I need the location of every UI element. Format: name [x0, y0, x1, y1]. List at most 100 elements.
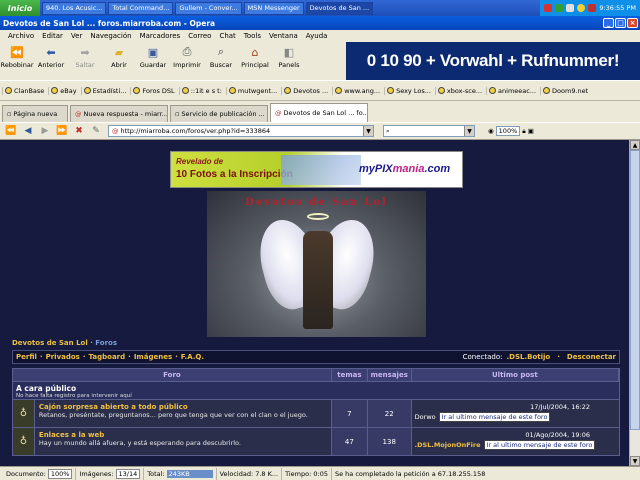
- bookmark-item[interactable]: xbox-sce...: [434, 86, 484, 95]
- bookmark-item[interactable]: Foros DSL: [130, 86, 176, 95]
- panels-icon: ◧: [283, 45, 295, 59]
- last-post-user[interactable]: Dorwo: [415, 413, 436, 421]
- bookmark-item[interactable]: Sexy Los...: [384, 86, 433, 95]
- tab-servicio[interactable]: ▫ Servicio de publicación ...: [170, 105, 268, 122]
- menu-ventana[interactable]: Ventana: [265, 32, 302, 40]
- logout-link[interactable]: Desconectar: [567, 353, 616, 361]
- banner-photo: [281, 155, 361, 185]
- bookmark-item[interactable]: ::1it e s t:: [178, 86, 224, 95]
- forum-nav: Perfil · Privados · Tagboard · Imágenes · F.…: [12, 350, 620, 364]
- col-foro: Foro: [13, 369, 332, 381]
- bookmark-item[interactable]: ClanBase: [2, 86, 46, 95]
- tab-devotos[interactable]: @ Devotos de San Lol ... fo...: [270, 103, 368, 122]
- taskbar-item[interactable]: Total Command...: [108, 1, 174, 15]
- tray-app-icon[interactable]: [566, 4, 575, 12]
- panels-button[interactable]: ◧ Panels: [272, 45, 306, 70]
- menu-navegacion[interactable]: Navegación: [86, 32, 135, 40]
- address-text: http://miarroba.com/foros/ver.php?id=333…: [120, 127, 271, 135]
- bookmark-item[interactable]: Doom9.net: [540, 86, 590, 95]
- menu-editar[interactable]: Editar: [38, 32, 67, 40]
- menu-marcadores[interactable]: Marcadores: [136, 32, 185, 40]
- vertical-scrollbar[interactable]: ▲ ▼: [629, 140, 640, 466]
- header-image-title: Devotos de San Lol: [245, 197, 388, 208]
- last-post-link[interactable]: Ir al ultimo mensaje de este foro: [483, 440, 596, 450]
- forum-title[interactable]: Cajón sorpresa abierto a todo público: [39, 403, 327, 411]
- nav-tagboard[interactable]: Tagboard: [89, 353, 126, 361]
- nav-faq[interactable]: F.A.Q.: [181, 353, 204, 361]
- breadcrumb-current[interactable]: Foros: [95, 339, 117, 347]
- nav-imagenes[interactable]: Imágenes: [134, 353, 172, 361]
- minimize-button[interactable]: _: [603, 18, 614, 28]
- bookmark-icon: [228, 87, 236, 94]
- print-button[interactable]: ⎙ Imprimir: [170, 45, 204, 69]
- bookmark-item[interactable]: eBay: [48, 86, 78, 95]
- address-field[interactable]: @ http://miarroba.com/foros/ver.php?id=3…: [108, 125, 374, 137]
- ad-banner[interactable]: 0 10 90 + Vorwahl + Rufnummer!: [346, 42, 640, 80]
- lock-icon[interactable]: 🔒︎: [522, 127, 525, 136]
- system-tray: 9:36:55 PM: [540, 0, 640, 16]
- last-post-link[interactable]: Ir al ultimo mensaje de este foro: [438, 412, 551, 422]
- zoom-control[interactable]: ◉ 100% 🔒︎ ▣: [488, 126, 534, 136]
- menu-ayuda[interactable]: Ayuda: [302, 32, 332, 40]
- scroll-thumb[interactable]: [630, 150, 640, 430]
- back-icon[interactable]: ◀: [21, 125, 35, 137]
- save-button[interactable]: ▣ Guardar: [136, 45, 170, 70]
- bookmarks-bar: ClanBase eBay Estadísti... Foros DSL ::1…: [0, 80, 640, 100]
- bookmark-item[interactable]: mutwgent...: [225, 86, 279, 95]
- tray-app-icon[interactable]: [588, 4, 597, 12]
- menu-tools[interactable]: Tools: [240, 32, 265, 40]
- rewind-button[interactable]: ⏪ Rebobinar: [0, 45, 34, 70]
- edit-icon[interactable]: ✎: [89, 125, 103, 137]
- open-button[interactable]: ▰ Abrir: [102, 45, 136, 70]
- fast-forward-icon[interactable]: ⏩: [55, 125, 69, 137]
- bookmark-item[interactable]: Estadísti...: [80, 86, 129, 95]
- col-mensajes: mensajes: [368, 369, 412, 381]
- start-button[interactable]: Inicio: [0, 0, 40, 16]
- menu-chat[interactable]: Chat: [215, 32, 239, 40]
- taskbar-item[interactable]: 940. Los Acusic...: [42, 1, 107, 15]
- last-post-user[interactable]: .DSL.MojonOnFire: [415, 441, 481, 449]
- maximize-button[interactable]: □: [615, 18, 626, 28]
- category-sub: No hace falta registro para intervenir a…: [16, 393, 132, 399]
- forward-icon[interactable]: ▶: [38, 125, 52, 137]
- col-ultimo-post: Ultimo post: [412, 369, 619, 381]
- tray-app-icon[interactable]: [544, 4, 553, 12]
- last-post-date: 01/Ago/2004, 19:06: [525, 431, 590, 439]
- tray-app-icon[interactable]: [577, 4, 586, 12]
- bookmark-item[interactable]: www.ang...: [332, 86, 382, 95]
- nav-privados[interactable]: Privados: [46, 353, 80, 361]
- table-row: ♁ Enlaces a la web Hay un mundo allá afu…: [12, 428, 620, 456]
- search-button[interactable]: ⌕ Buscar: [204, 45, 238, 69]
- stop-icon[interactable]: ✖: [72, 125, 86, 137]
- forward-button[interactable]: ➡ Saltar: [68, 45, 102, 70]
- status-message: Se ha completado la petición a 67.18.255…: [334, 469, 486, 478]
- tab-nueva-respuesta[interactable]: @ Nueva respuesta - miarr...: [70, 105, 168, 122]
- menu-archivo[interactable]: Archivo: [4, 32, 38, 40]
- bookmark-item[interactable]: Devotos ...: [281, 86, 330, 95]
- rewind-icon[interactable]: ⏪: [4, 125, 18, 137]
- scroll-up-icon[interactable]: ▲: [630, 140, 640, 150]
- bookmark-icon: [489, 87, 497, 94]
- menu-ver[interactable]: Ver: [67, 32, 86, 40]
- save-icon: ▣: [147, 45, 159, 59]
- taskbar-item-active[interactable]: Devotos de San ...: [305, 1, 374, 15]
- menu-correo[interactable]: Correo: [184, 32, 215, 40]
- chevron-down-icon[interactable]: ▼: [363, 126, 373, 136]
- breadcrumb-site[interactable]: Devotos de San Lol: [12, 339, 88, 347]
- bookmark-item[interactable]: animeeac...: [486, 86, 538, 95]
- camera-icon[interactable]: ▣: [528, 127, 534, 135]
- back-button[interactable]: ⬅ Anterior: [34, 45, 68, 70]
- promo-banner[interactable]: Revelado de 10 Fotos a la Inscripción my…: [170, 151, 463, 188]
- tray-app-icon[interactable]: [555, 4, 564, 12]
- search-input[interactable]: ⌕ ▼: [383, 125, 475, 137]
- forum-title[interactable]: Enlaces a la web: [39, 431, 327, 439]
- chevron-down-icon[interactable]: ▼: [464, 126, 474, 136]
- nav-perfil[interactable]: Perfil: [16, 353, 37, 361]
- scroll-down-icon[interactable]: ▼: [630, 456, 640, 466]
- connected-user[interactable]: .DSL.Botijo: [507, 353, 551, 361]
- taskbar-item[interactable]: MSN Messenger: [243, 1, 304, 15]
- tab-new-page[interactable]: ▫ Página nueva: [2, 105, 68, 122]
- close-button[interactable]: ×: [627, 18, 638, 28]
- home-button[interactable]: ⌂ Principal: [238, 45, 272, 70]
- taskbar-item[interactable]: Gullem - Conver...: [175, 1, 242, 15]
